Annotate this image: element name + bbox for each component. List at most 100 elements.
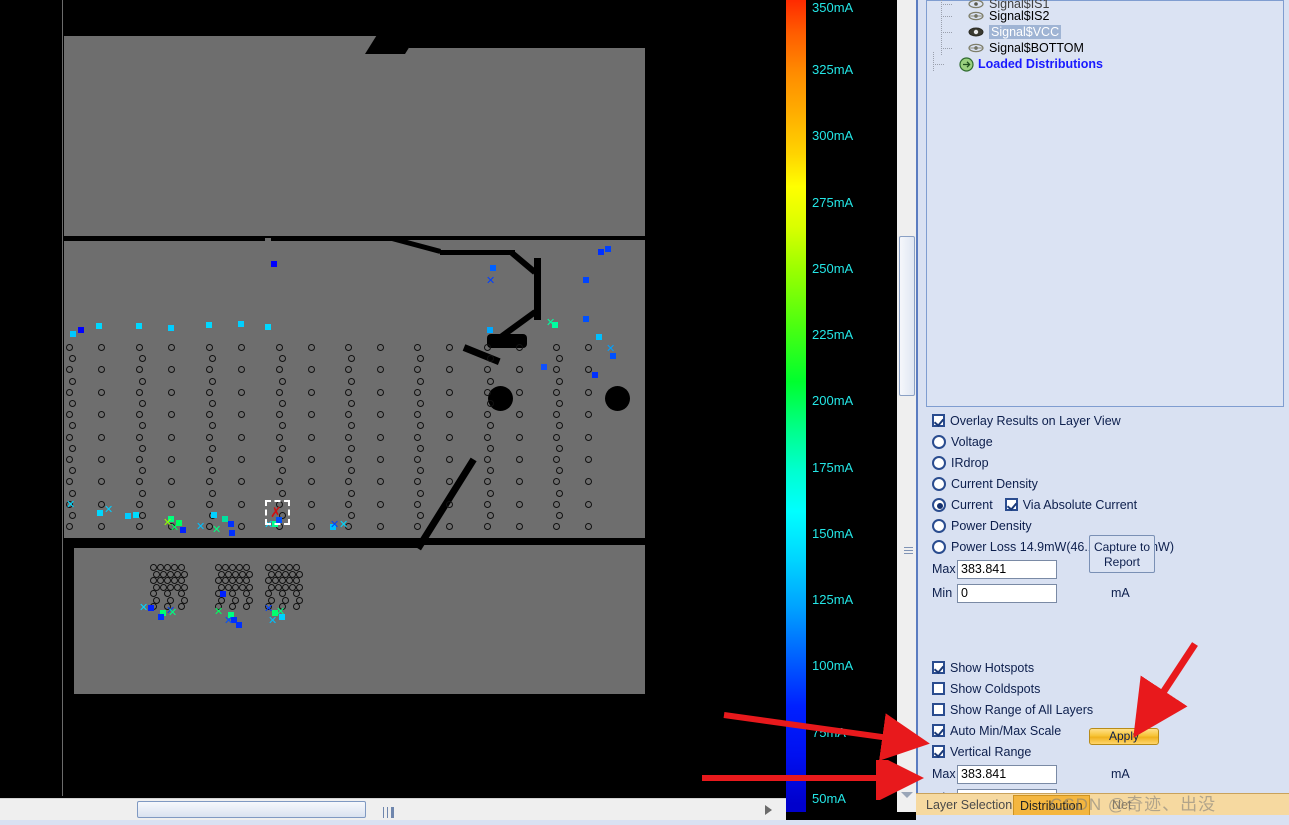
colorbar-tick-label: 325mA xyxy=(812,62,854,77)
scroll-right-arrow-icon[interactable] xyxy=(765,805,772,815)
via xyxy=(139,489,146,497)
capture-to-report-button[interactable]: Capture to Report xyxy=(1089,535,1155,573)
current-marker xyxy=(180,527,186,533)
via xyxy=(516,500,523,508)
via xyxy=(236,564,243,571)
via xyxy=(279,577,286,584)
layer-tree-panel[interactable]: Signal$IS1 Signal$IS2 Signal$VCC Signal$… xyxy=(926,0,1284,407)
eye-icon[interactable] xyxy=(967,42,985,54)
mode-irdrop-radio[interactable] xyxy=(932,455,946,470)
canvas-vertical-scrollbar[interactable] xyxy=(896,0,917,812)
via xyxy=(98,388,105,396)
current-marker xyxy=(78,327,84,333)
mode-current-density-row[interactable]: Current Density xyxy=(926,473,1284,494)
via xyxy=(286,564,293,571)
via xyxy=(487,377,494,385)
overlay-results-row[interactable]: Overlay Results on Layer View xyxy=(926,410,1284,431)
scale-max-input[interactable] xyxy=(957,559,1057,579)
mode-irdrop-label: IRdrop xyxy=(951,455,989,470)
via xyxy=(446,388,453,396)
via xyxy=(414,500,421,508)
colorbar-tick-label: 175mA xyxy=(812,460,854,475)
current-marker xyxy=(206,322,212,328)
mode-current-density-radio[interactable] xyxy=(932,476,946,491)
tree-guide-icon xyxy=(937,36,967,56)
show-hotspots-row[interactable]: Show Hotspots xyxy=(926,657,1284,678)
via xyxy=(272,564,279,571)
via xyxy=(556,400,563,407)
auto-minmax-checkbox[interactable] xyxy=(932,724,945,737)
mode-voltage-radio[interactable] xyxy=(932,434,946,449)
mode-power-loss-radio[interactable] xyxy=(932,539,946,554)
via xyxy=(417,400,424,407)
via-absolute-current-label: Via Absolute Current xyxy=(1022,497,1138,512)
current-marker xyxy=(605,246,611,252)
eye-icon[interactable] xyxy=(967,10,985,22)
scale-min-input[interactable] xyxy=(957,583,1057,603)
show-range-all-layers-checkbox[interactable] xyxy=(932,703,945,716)
via xyxy=(265,564,272,571)
tab-net[interactable]: Net xyxy=(1106,795,1137,815)
tree-item-signal-bottom[interactable]: Signal$BOTTOM xyxy=(937,36,1084,56)
tree-item-loaded-distributions[interactable]: Loaded Distributions xyxy=(929,52,1103,72)
via xyxy=(206,456,213,463)
via xyxy=(66,388,73,396)
via xyxy=(178,590,185,597)
dock-tab-bar[interactable]: Layer Selection Distribution Net xyxy=(916,793,1289,815)
show-hotspots-checkbox[interactable] xyxy=(932,661,945,674)
colorbar-tick-label: 150mA xyxy=(812,526,854,541)
show-coldspots-row[interactable]: Show Coldspots xyxy=(926,678,1284,699)
via xyxy=(229,577,236,584)
eye-visible-icon[interactable] xyxy=(967,26,985,38)
colorbar-gradient xyxy=(786,0,806,812)
scroll-down-arrow-icon[interactable] xyxy=(901,792,913,798)
mode-current-radio[interactable] xyxy=(932,497,946,512)
tree-item-signal-vcc[interactable]: Signal$VCC xyxy=(937,20,1062,40)
colorbar-tick-label: 225mA xyxy=(812,327,854,342)
mode-irdrop-row[interactable]: IRdrop xyxy=(926,452,1284,473)
scrollbar-grip-icon xyxy=(383,807,394,818)
mode-power-density-row[interactable]: Power Density xyxy=(926,515,1284,536)
current-marker xyxy=(125,513,131,519)
range-max-row[interactable]: Max mA xyxy=(926,762,1284,786)
via xyxy=(585,456,592,463)
tab-distribution[interactable]: Distribution xyxy=(1013,795,1090,815)
via xyxy=(293,603,300,610)
vertical-range-checkbox[interactable] xyxy=(932,745,945,758)
via-absolute-current-checkbox[interactable] xyxy=(1004,498,1018,511)
via xyxy=(293,590,300,597)
show-coldspots-checkbox[interactable] xyxy=(932,682,945,695)
vertical-scrollbar-track[interactable] xyxy=(897,0,917,790)
range-max-label: Max xyxy=(932,767,956,781)
via xyxy=(377,433,384,441)
canvas-horizontal-scrollbar[interactable] xyxy=(0,798,786,820)
tree-item-signal-is2[interactable]: Signal$IS2 xyxy=(937,4,1049,24)
apply-button[interactable]: Apply xyxy=(1089,728,1159,745)
horizontal-scrollbar-thumb[interactable] xyxy=(137,801,394,818)
mode-voltage-row[interactable]: Voltage xyxy=(926,431,1284,452)
mode-power-density-radio[interactable] xyxy=(932,518,946,533)
current-marker xyxy=(592,372,598,378)
via xyxy=(293,577,300,584)
range-max-input[interactable] xyxy=(957,764,1057,784)
scale-min-row[interactable]: Min mA xyxy=(926,581,1284,605)
tab-layer-selection[interactable]: Layer Selection xyxy=(920,795,1018,815)
mounting-hole xyxy=(488,386,513,411)
via xyxy=(345,433,352,441)
show-range-all-layers-row[interactable]: Show Range of All Layers xyxy=(926,699,1284,720)
pcb-layer-view-canvas[interactable]: ✕ ✕ ✕ ✕ ✕ ✕ ✕ ✕ ✕ ✕ ✕ ✕ ✕ ✕ ✕ ✕ ✕ ✕ ✕ ✕ ✗ xyxy=(0,0,786,796)
overlay-results-checkbox[interactable] xyxy=(932,414,945,427)
vertical-scrollbar-thumb[interactable] xyxy=(899,236,915,554)
mounting-hole xyxy=(605,386,630,411)
window-bottom-strip xyxy=(0,820,916,825)
via xyxy=(585,388,592,396)
via xyxy=(168,344,175,351)
via xyxy=(279,400,286,407)
via xyxy=(265,577,272,584)
via xyxy=(377,344,384,351)
selection-cross-icon: ✗ xyxy=(270,504,282,520)
via xyxy=(168,456,175,463)
mode-current-row[interactable]: Current Via Absolute Current xyxy=(926,494,1284,515)
via xyxy=(66,433,73,441)
colorbar-tick-label: 275mA xyxy=(812,195,854,210)
